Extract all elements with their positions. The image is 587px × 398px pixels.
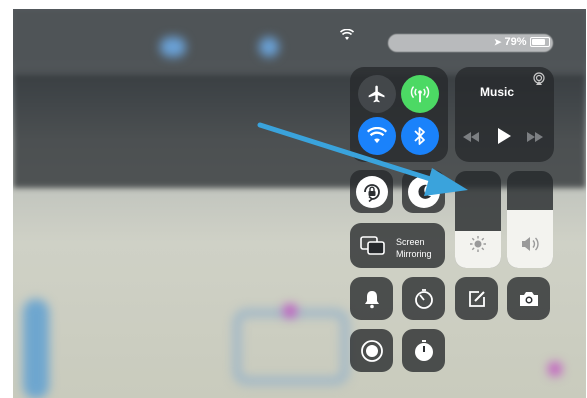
annotation-arrow bbox=[257, 122, 468, 196]
